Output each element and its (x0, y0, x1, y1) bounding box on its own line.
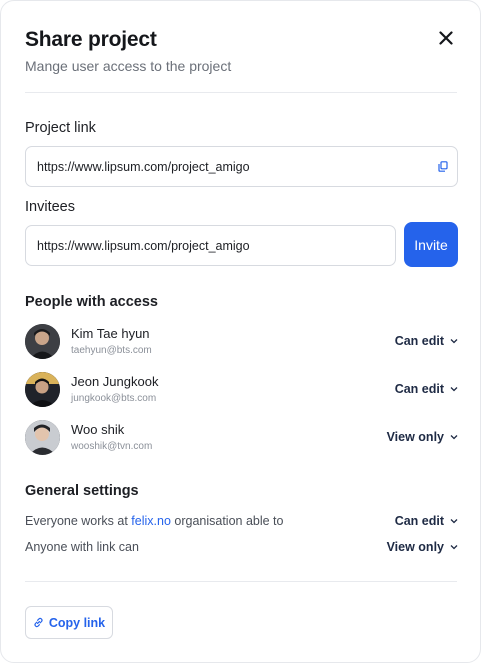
permission-value: Can edit (394, 382, 444, 396)
invite-button[interactable]: Invite (404, 222, 458, 267)
setting-row-link-access: Anyone with link can View only (25, 538, 458, 558)
people-with-access-label: People with access (25, 294, 158, 310)
setting-text: Anyone with link can (25, 540, 139, 554)
person-row: Woo shik wooshik@tvn.com View only (25, 420, 458, 456)
chevron-down-icon (450, 545, 458, 550)
person-row: Kim Tae hyun taehyun@bts.com Can edit (25, 324, 458, 360)
general-settings-label: General settings (25, 483, 139, 499)
header-divider (25, 92, 457, 93)
permission-dropdown[interactable]: Can edit (395, 334, 458, 348)
person-row: Jeon Jungkook jungkook@bts.com Can edit (25, 372, 458, 408)
organisation-link[interactable]: felix.no (131, 514, 171, 528)
chevron-down-icon (450, 435, 458, 440)
close-icon (439, 31, 453, 45)
permission-value: Can edit (394, 334, 444, 348)
avatar (25, 372, 60, 407)
permission-dropdown[interactable]: Can edit (395, 514, 458, 528)
person-name: Kim Tae hyun (71, 326, 150, 341)
link-icon (34, 617, 43, 628)
permission-dropdown[interactable]: Can edit (395, 382, 458, 396)
avatar (25, 324, 60, 359)
person-email: taehyun@bts.com (71, 345, 152, 356)
project-link-value: https://www.lipsum.com/project_amigo (37, 159, 250, 174)
invitees-label: Invitees (25, 199, 75, 215)
copy-link-button[interactable]: Copy link (25, 606, 113, 639)
footer-divider (25, 581, 457, 582)
chevron-down-icon (450, 339, 458, 344)
permission-value: Can edit (394, 514, 444, 528)
permission-dropdown[interactable]: View only (387, 540, 458, 554)
project-link-label: Project link (25, 120, 96, 136)
project-link-field[interactable]: https://www.lipsum.com/project_amigo (25, 146, 458, 187)
chevron-down-icon (450, 519, 458, 524)
share-dialog: Share project Mange user access to the p… (0, 0, 481, 663)
permission-value: View only (386, 430, 444, 444)
invitees-input[interactable]: https://www.lipsum.com/project_amigo (25, 225, 396, 266)
invitees-value: https://www.lipsum.com/project_amigo (37, 238, 250, 253)
avatar (25, 420, 60, 455)
setting-text: organisation able to (170, 514, 284, 528)
setting-text: Everyone works at (25, 514, 132, 528)
close-button[interactable] (434, 26, 458, 50)
person-email: jungkook@bts.com (71, 393, 157, 404)
person-name: Woo shik (71, 422, 125, 437)
dialog-title: Share project (25, 28, 157, 51)
copy-icon[interactable] (429, 147, 457, 186)
permission-value: View only (386, 540, 444, 554)
setting-row-organisation: Everyone works at felix.no organisation … (25, 512, 458, 532)
person-email: wooshik@tvn.com (71, 441, 153, 452)
dialog-subtitle: Mange user access to the project (25, 58, 232, 74)
copy-link-label: Copy link (48, 615, 106, 630)
chevron-down-icon (450, 387, 458, 392)
permission-dropdown[interactable]: View only (387, 430, 458, 444)
person-name: Jeon Jungkook (71, 374, 159, 389)
